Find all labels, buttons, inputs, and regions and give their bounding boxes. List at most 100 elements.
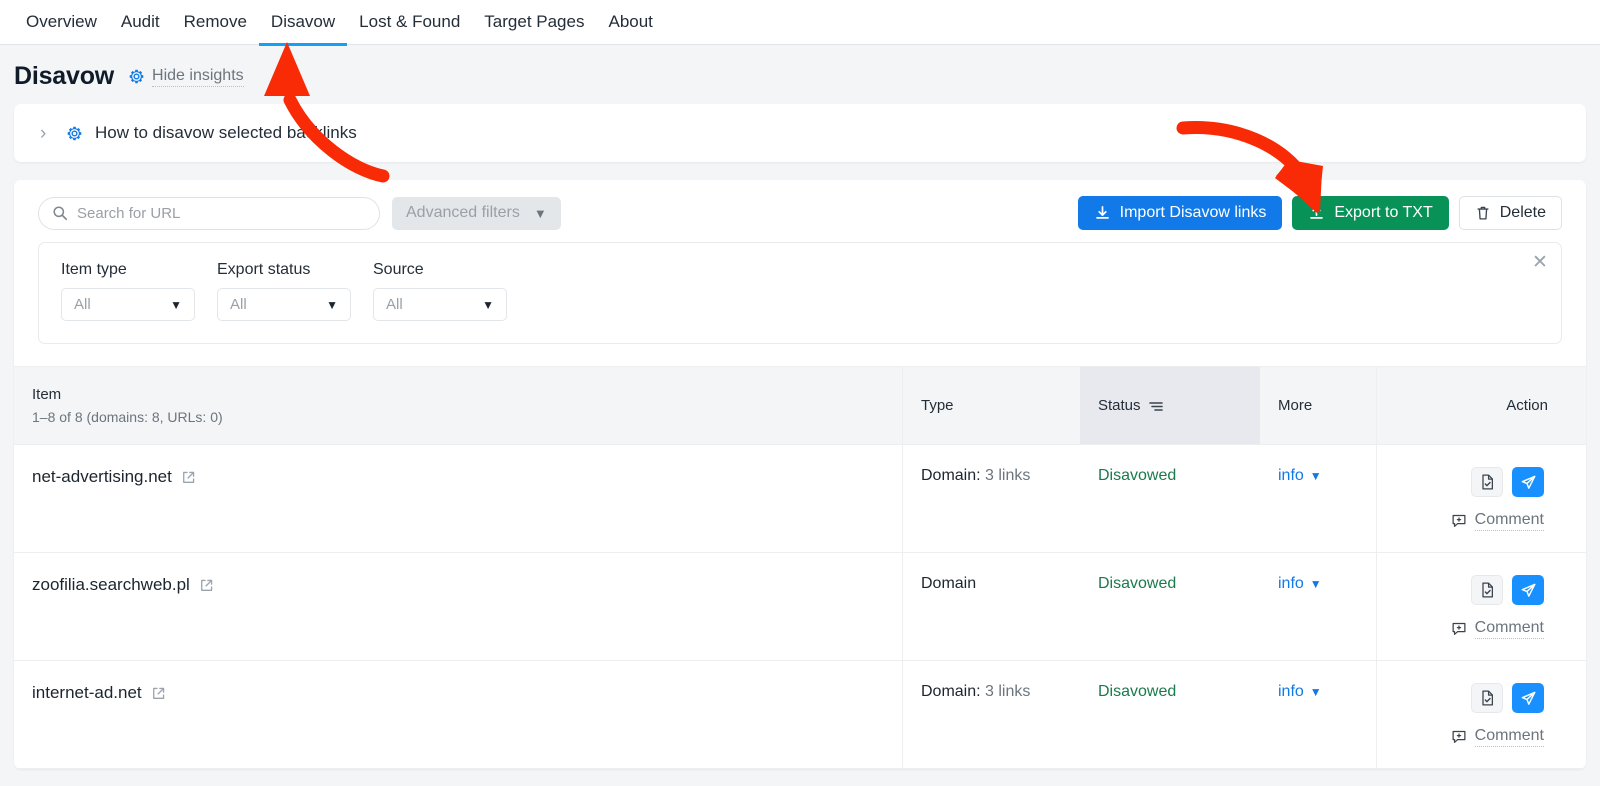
table-header-type-label: Type [921,397,954,414]
table-header-type: Type [902,367,1080,444]
chevron-down-icon: ▼ [1309,577,1322,591]
send-icon[interactable] [1512,575,1544,605]
row-comment-link[interactable]: Comment [1451,727,1544,747]
main-nav: Overview Audit Remove Disavow Lost & Fou… [0,0,1600,46]
table-header-item-label: Item [32,386,62,403]
hide-insights-label: Hide insights [152,67,244,87]
row-item-name: net-advertising.net [32,467,172,486]
search-box [38,196,380,230]
filter-item-type-value: All [74,296,91,313]
trash-icon [1475,205,1491,222]
row-action-buttons [1471,575,1544,605]
close-icon[interactable]: ✕ [1531,253,1549,272]
table-header-more: More [1260,367,1376,444]
document-check-icon[interactable] [1471,683,1503,713]
row-item-name: zoofilia.searchweb.pl [32,575,190,594]
disavow-table: Item 1–8 of 8 (domains: 8, URLs: 0) Type… [14,366,1586,769]
row-action-buttons [1471,467,1544,497]
table-row: zoofilia.searchweb.pl Domain Disavowed i… [14,553,1586,661]
table-header-status-label: Status [1098,397,1141,414]
page-header: Disavow Hide insights [0,45,1600,104]
search-icon [52,205,68,221]
filter-item-type-select[interactable]: All ▼ [61,288,195,321]
row-item-cell: internet-ad.net [14,661,902,768]
row-status-cell: Disavowed [1080,661,1260,768]
table-header-row: Item 1–8 of 8 (domains: 8, URLs: 0) Type… [14,366,1586,445]
row-action-cell: Comment [1376,553,1566,660]
disavow-table-card: Advanced filters ▼ Import Disavow links [14,180,1586,769]
filter-export-status-label: Export status [217,261,311,278]
row-action-cell: Comment [1376,445,1566,552]
row-comment-label: Comment [1474,619,1544,639]
nav-item-target-pages[interactable]: Target Pages [472,0,596,46]
row-action-buttons [1471,683,1544,713]
filter-item-type: Item type All ▼ [61,261,195,321]
chevron-down-icon: ▼ [1309,685,1322,699]
delete-button[interactable]: Delete [1458,196,1562,230]
external-link-icon[interactable] [181,470,196,485]
advanced-filters-button[interactable]: Advanced filters ▼ [392,196,561,230]
status-badge: Disavowed [1098,683,1177,700]
nav-item-lost-and-found[interactable]: Lost & Found [347,0,472,46]
filter-export-status: Export status All ▼ [217,261,351,321]
nav-item-about[interactable]: About [596,0,664,46]
row-type-cell: Domain [902,553,1080,660]
import-disavow-links-button[interactable]: Import Disavow links [1077,196,1283,230]
document-check-icon[interactable] [1471,467,1503,497]
external-link-icon[interactable] [199,578,214,593]
delete-label: Delete [1499,204,1546,221]
search-input[interactable] [38,196,380,230]
chevron-down-icon: ▼ [170,297,182,312]
row-item-cell: net-advertising.net [14,445,902,552]
row-item-name: internet-ad.net [32,683,142,702]
chevron-down-icon: ▼ [1309,469,1322,483]
import-disavow-links-label: Import Disavow links [1119,204,1267,221]
send-icon[interactable] [1512,683,1544,713]
insights-accordion-row[interactable]: › How to disavow selected backlinks [14,104,1586,162]
chevron-down-icon: ▼ [533,205,547,221]
sort-icon[interactable] [1148,400,1163,412]
row-comment-link[interactable]: Comment [1451,619,1544,639]
table-header-more-label: More [1278,397,1313,414]
table-header-status[interactable]: Status [1080,367,1260,444]
nav-item-remove[interactable]: Remove [172,0,259,46]
export-to-txt-label: Export to TXT [1334,204,1433,221]
insights-title: How to disavow selected backlinks [95,123,357,142]
send-icon[interactable] [1512,467,1544,497]
row-type-label: Domain: [921,467,981,484]
toolbar-actions: Import Disavow links Export to TXT Delet… [1077,196,1562,230]
gear-icon [66,125,83,142]
table-header-action: Action [1376,367,1566,444]
comment-add-icon [1451,513,1467,529]
document-check-icon[interactable] [1471,575,1503,605]
filter-export-status-select[interactable]: All ▼ [217,288,351,321]
row-info-label: info [1278,575,1304,592]
row-action-cell: Comment [1376,661,1566,768]
table-header-action-label: Action [1506,397,1548,414]
nav-item-disavow[interactable]: Disavow [258,0,348,46]
row-info-link[interactable]: info ▼ [1278,683,1322,701]
status-badge: Disavowed [1098,575,1177,592]
row-more-cell: info ▼ [1260,553,1376,660]
upload-icon [1308,205,1325,222]
comment-add-icon [1451,729,1467,745]
nav-item-overview[interactable]: Overview [14,0,109,46]
filter-source: Source All ▼ [373,261,507,321]
row-info-link[interactable]: info ▼ [1278,467,1322,485]
gear-icon [128,68,145,85]
table-row: net-advertising.net Domain: 3 links Disa… [14,445,1586,553]
row-comment-label: Comment [1474,511,1544,531]
row-type-links: 3 links [985,683,1031,700]
filter-source-select[interactable]: All ▼ [373,288,507,321]
comment-add-icon [1451,621,1467,637]
page-title: Disavow [14,62,115,90]
external-link-icon[interactable] [151,686,166,701]
chevron-right-icon[interactable]: › [40,124,54,143]
filters-row: Item type All ▼ Export status All ▼ Sour… [61,261,1539,321]
export-to-txt-button[interactable]: Export to TXT [1292,196,1449,230]
hide-insights-toggle[interactable]: Hide insights [128,67,244,87]
row-comment-link[interactable]: Comment [1451,511,1544,531]
row-info-link[interactable]: info ▼ [1278,575,1322,593]
chevron-down-icon: ▼ [326,297,338,312]
nav-item-audit[interactable]: Audit [109,0,172,46]
